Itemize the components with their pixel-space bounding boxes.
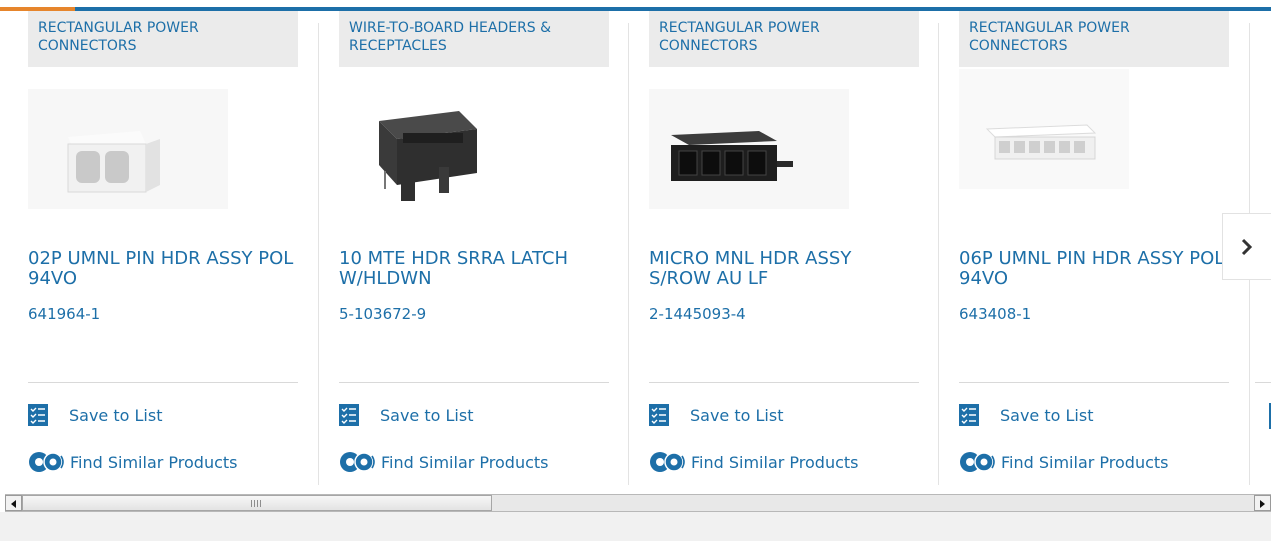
scroll-right-button[interactable] — [1254, 495, 1271, 511]
save-to-list-button[interactable]: Save to List — [649, 404, 783, 426]
save-to-list-button[interactable]: Save to List — [959, 404, 1093, 426]
product-image[interactable] — [28, 89, 228, 209]
gears-icon — [960, 452, 995, 472]
product-carousel: RECTANGULAR POWER CONNECTORS 02P UMNL PI… — [0, 11, 1271, 489]
product-title[interactable]: 02P UMNL PIN HDR ASSY POL 94VO — [28, 249, 298, 289]
save-to-list-button[interactable]: Save to List — [28, 404, 162, 426]
gears-icon — [650, 452, 685, 472]
find-similar-label: Find Similar Products — [70, 452, 238, 472]
gears-icon — [29, 452, 64, 472]
checklist-icon — [339, 404, 359, 426]
footer-band — [0, 512, 1271, 541]
category-tag[interactable]: RECTANGULAR POWER CONNECTORS — [28, 11, 298, 67]
product-part-number[interactable]: 641964-1 — [28, 305, 100, 323]
find-similar-label: Find Similar Products — [691, 452, 859, 472]
chevron-right-icon — [1241, 238, 1253, 255]
product-card: WIRE-TO-BOARD HEADERS & RECEPTACLES 10 M… — [339, 11, 609, 486]
checklist-icon — [649, 404, 669, 426]
save-to-list-button[interactable]: Save to List — [339, 404, 473, 426]
scroll-right-arrow-icon — [1260, 500, 1265, 508]
column-divider — [628, 23, 629, 485]
product-image[interactable] — [959, 69, 1159, 189]
save-to-list-label: Save to List — [69, 405, 163, 425]
save-to-list-label: Save to List — [690, 405, 784, 425]
product-title[interactable]: MICRO MNL HDR ASSY S/ROW AU LF — [649, 249, 919, 289]
find-similar-products-button[interactable]: Find Similar Products — [959, 449, 1169, 475]
card-divider — [28, 382, 298, 383]
save-to-list-label: Save to List — [1000, 405, 1094, 425]
category-tag[interactable]: WIRE-TO-BOARD HEADERS & RECEPTACLES — [339, 11, 609, 67]
category-tag[interactable]: RECTANGULAR POWER CONNECTORS — [649, 11, 919, 67]
product-card: RECTANGULAR POWER CONNECTORS MICRO MNL H… — [649, 11, 919, 486]
scrollbar-thumb[interactable] — [22, 495, 492, 511]
horizontal-scrollbar[interactable] — [5, 494, 1271, 512]
product-title[interactable]: 06P UMNL PIN HDR ASSY POL 94VO — [959, 249, 1229, 289]
scroll-left-button[interactable] — [5, 495, 22, 511]
find-similar-products-button[interactable]: Find Similar Products — [339, 449, 549, 475]
checklist-icon — [28, 404, 48, 426]
product-image[interactable] — [339, 81, 539, 201]
carousel-next-button[interactable] — [1222, 213, 1271, 280]
card-divider — [339, 382, 609, 383]
category-tag[interactable]: RECTANGULAR POWER CONNECTORS — [959, 11, 1229, 67]
card-divider — [1255, 382, 1271, 383]
product-card: RECTANGULAR POWER CONNECTORS 06P UMNL PI… — [959, 11, 1229, 486]
top-accent-bar — [0, 0, 1271, 11]
gears-icon — [340, 452, 375, 472]
card-divider — [959, 382, 1229, 383]
product-image[interactable] — [649, 89, 849, 209]
product-title[interactable]: 10 MTE HDR SRRA LATCH W/HLDWN — [339, 249, 609, 289]
checklist-icon — [959, 404, 979, 426]
scroll-left-arrow-icon — [11, 500, 16, 508]
find-similar-label: Find Similar Products — [1001, 452, 1169, 472]
product-card: RECTANGULAR POWER CONNECTORS 02P UMNL PI… — [28, 11, 298, 486]
column-divider — [318, 23, 319, 485]
column-divider — [938, 23, 939, 485]
card-divider — [649, 382, 919, 383]
scrollbar-grip — [251, 500, 261, 507]
find-similar-label: Find Similar Products — [381, 452, 549, 472]
product-part-number[interactable]: 643408-1 — [959, 305, 1031, 323]
product-part-number[interactable]: 2-1445093-4 — [649, 305, 746, 323]
save-to-list-label: Save to List — [380, 405, 474, 425]
find-similar-products-button[interactable]: Find Similar Products — [28, 449, 238, 475]
product-part-number[interactable]: 5-103672-9 — [339, 305, 426, 323]
find-similar-products-button[interactable]: Find Similar Products — [649, 449, 859, 475]
